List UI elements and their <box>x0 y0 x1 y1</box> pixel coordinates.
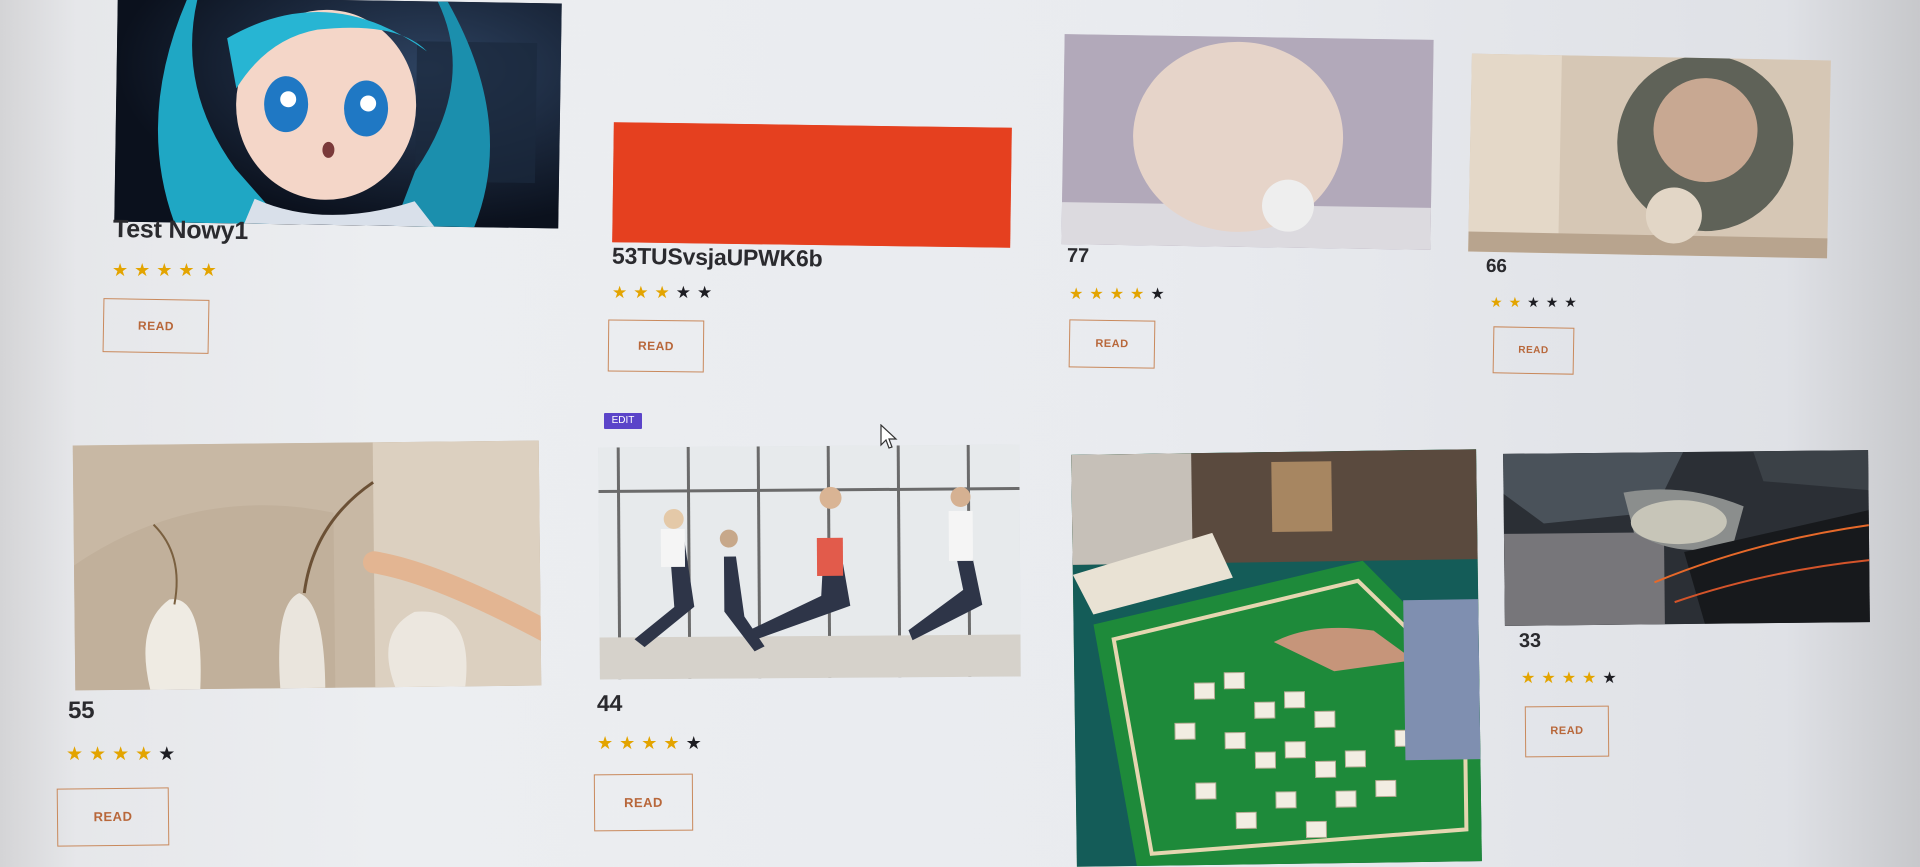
star-filled-icon: ★ <box>66 744 84 765</box>
star-empty-icon: ★ <box>1545 294 1559 310</box>
star-filled-icon: ★ <box>112 260 129 280</box>
star-empty-icon: ★ <box>675 283 691 302</box>
read-button[interactable]: READ <box>56 787 170 847</box>
star-filled-icon: ★ <box>178 260 195 280</box>
star-filled-icon: ★ <box>200 260 217 280</box>
star-filled-icon: ★ <box>1508 294 1522 310</box>
star-filled-icon: ★ <box>1561 670 1577 687</box>
star-empty-icon: ★ <box>685 733 702 753</box>
star-filled-icon: ★ <box>1109 286 1125 303</box>
star-rating: ★ ★ ★ ★ ★ <box>1069 286 1171 304</box>
star-filled-icon: ★ <box>633 283 649 302</box>
post-title[interactable]: 33 <box>1519 630 1541 653</box>
post-thumbnail[interactable] <box>1468 53 1831 259</box>
star-filled-icon: ★ <box>1130 286 1145 303</box>
star-filled-icon: ★ <box>1069 286 1084 303</box>
star-rating: ★ ★ ★ ★ ★ <box>612 283 718 303</box>
read-button[interactable]: READ <box>1068 319 1156 369</box>
star-filled-icon: ★ <box>135 744 153 765</box>
blog-card-grid: Test Nowy1 ★ ★ ★ ★ ★ READ 53TUSvsjaUPWK6b ★ ★… <box>0 0 1920 867</box>
star-rating: ★ ★ ★ ★ ★ <box>1521 670 1623 688</box>
star-empty-icon: ★ <box>1602 670 1617 687</box>
star-filled-icon: ★ <box>1521 670 1536 687</box>
star-filled-icon: ★ <box>641 733 658 753</box>
post-thumbnail[interactable] <box>1503 450 1870 626</box>
star-filled-icon: ★ <box>1541 670 1556 687</box>
star-empty-icon: ★ <box>158 744 176 765</box>
post-title[interactable]: 44 <box>597 690 622 717</box>
star-filled-icon: ★ <box>663 733 680 753</box>
read-button[interactable]: READ <box>1492 326 1575 375</box>
read-button[interactable]: READ <box>593 773 694 832</box>
read-button[interactable]: READ <box>607 319 705 373</box>
star-filled-icon: ★ <box>1089 286 1104 303</box>
edit-badge[interactable]: EDIT <box>604 413 642 429</box>
star-filled-icon: ★ <box>89 744 107 765</box>
post-title[interactable]: 66 <box>1486 256 1507 278</box>
post-thumbnail[interactable] <box>72 440 542 691</box>
post-thumbnail[interactable] <box>1061 34 1434 250</box>
star-filled-icon: ★ <box>612 283 628 302</box>
star-filled-icon: ★ <box>619 733 636 753</box>
star-rating: ★ ★ ★ ★ ★ <box>112 260 223 281</box>
star-rating: ★ ★ ★ ★ ★ <box>66 744 181 766</box>
star-filled-icon: ★ <box>1490 294 1503 310</box>
mouse-cursor-icon <box>880 424 898 449</box>
read-button[interactable]: READ <box>102 298 210 354</box>
post-thumbnail[interactable] <box>598 444 1021 680</box>
post-thumbnail[interactable] <box>612 122 1012 248</box>
post-title[interactable]: 77 <box>1067 245 1089 268</box>
star-empty-icon: ★ <box>1150 286 1165 303</box>
star-empty-icon: ★ <box>1564 294 1577 310</box>
post-thumbnail[interactable] <box>114 0 562 229</box>
star-filled-icon: ★ <box>134 260 151 280</box>
star-empty-icon: ★ <box>697 283 713 302</box>
post-title[interactable]: 55 <box>68 697 95 725</box>
star-filled-icon: ★ <box>597 733 614 753</box>
star-rating: ★ ★ ★ ★ ★ <box>597 733 708 754</box>
post-thumbnail[interactable] <box>1071 449 1482 867</box>
star-filled-icon: ★ <box>654 283 670 302</box>
star-rating: ★ ★ ★ ★ ★ <box>1490 294 1583 310</box>
read-button[interactable]: READ <box>1524 705 1610 758</box>
post-title[interactable]: 53TUSvsjaUPWK6b <box>612 243 823 273</box>
post-title[interactable]: Test Nowy1 <box>113 215 249 246</box>
star-empty-icon: ★ <box>1527 294 1540 310</box>
star-filled-icon: ★ <box>1582 670 1597 687</box>
star-filled-icon: ★ <box>156 260 173 280</box>
star-filled-icon: ★ <box>112 744 130 765</box>
